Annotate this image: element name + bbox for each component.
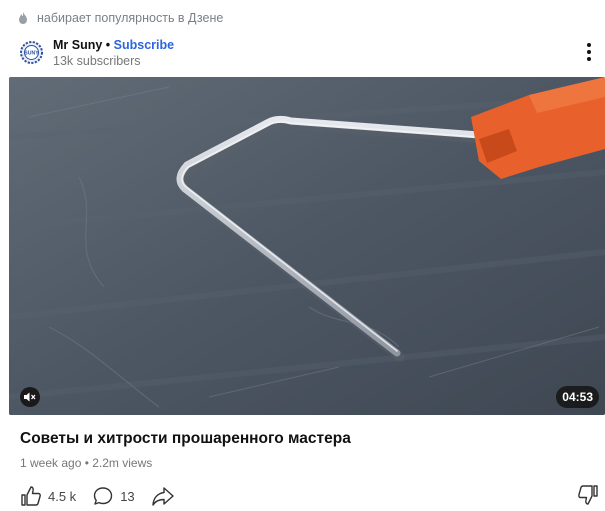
thumbs-down-icon (578, 485, 598, 505)
mute-icon[interactable] (20, 387, 40, 407)
more-vertical-icon[interactable] (583, 40, 595, 64)
channel-header: SUNY Mr Suny • Subscribe 13k subscribers (18, 38, 605, 72)
share-icon (151, 487, 174, 506)
dislike-button[interactable] (577, 484, 599, 506)
comment-button[interactable]: 13 (92, 485, 135, 507)
thumbs-up-icon (21, 486, 41, 506)
like-count: 4.5 k (48, 488, 77, 504)
comment-count: 13 (120, 488, 135, 504)
channel-separator: • (105, 38, 111, 52)
comment-icon (93, 487, 113, 505)
avatar[interactable]: SUNY (20, 41, 43, 64)
subscribe-link[interactable]: Subscribe (114, 38, 174, 52)
video-frame (9, 77, 605, 415)
action-bar: 4.5 k 13 (20, 484, 191, 508)
avatar-text: SUNY (24, 51, 39, 57)
subscriber-count: 13k subscribers (53, 54, 141, 68)
video-player[interactable]: 04:53 (9, 77, 605, 415)
post-title[interactable]: Советы и хитрости прошаренного мастера (20, 430, 351, 448)
trending-label: набирает популярность в Дзене (37, 11, 224, 25)
share-button[interactable] (151, 485, 175, 507)
zen-post-card: набирает популярность в Дзене SUNY Mr Su… (0, 0, 605, 511)
video-duration: 04:53 (556, 386, 599, 408)
like-button[interactable]: 4.5 k (20, 485, 76, 507)
post-meta: 1 week ago • 2.2m views (20, 456, 153, 470)
flame-icon (19, 12, 27, 24)
channel-name[interactable]: Mr Suny (53, 38, 102, 52)
trending-row: набирает популярность в Дзене (18, 9, 223, 27)
